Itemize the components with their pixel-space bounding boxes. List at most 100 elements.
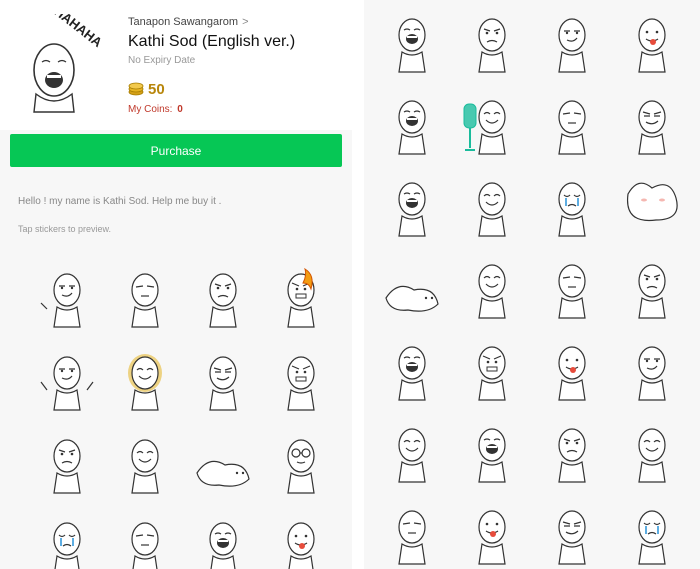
sticker-grid-right (372, 0, 692, 569)
sticker-disgusted[interactable] (106, 254, 184, 337)
preview-sticker-blue-tears[interactable] (532, 164, 612, 246)
preview-sticker-nod[interactable] (612, 246, 692, 328)
sticker-dancing[interactable] (106, 420, 184, 503)
preview-sticker-laughing[interactable] (372, 0, 452, 82)
preview-sticker-flat[interactable] (372, 246, 452, 328)
my-coins-label: My Coins: (128, 104, 173, 115)
preview-sticker-blank[interactable] (532, 410, 612, 492)
sticker-nod-image (638, 264, 666, 319)
sticker-flat-image (385, 285, 439, 312)
sticker-mumbling[interactable] (262, 337, 340, 420)
sticker-on-fire-image (287, 267, 315, 328)
sticker-golden-image (128, 353, 162, 411)
preview-sticker-lips[interactable] (532, 328, 612, 410)
preview-sticker-blue-cry[interactable] (612, 492, 692, 569)
author-link[interactable]: Tanapon Sawangarom > (128, 16, 249, 28)
preview-sticker-pondering[interactable] (532, 246, 612, 328)
description-text: Hello ! my name is Kathi Sod. Help me bu… (18, 196, 222, 207)
my-coins-value: 0 (177, 104, 183, 115)
sticker-confused-image (131, 521, 159, 569)
sticker-scheming[interactable] (184, 337, 262, 420)
sticker-glasses[interactable] (262, 420, 340, 503)
sticker-golden[interactable] (106, 337, 184, 420)
sticker-ohmg-image (638, 100, 666, 155)
sticker-stripes-image (558, 510, 586, 565)
panel-divider (352, 0, 364, 569)
preview-sticker-kissing[interactable] (452, 492, 532, 569)
sticker-annoyed[interactable] (28, 420, 106, 503)
main-sticker-image: HAHAHA (33, 14, 106, 113)
sticker-kissing-image (478, 510, 506, 565)
sticker-red-hearts-image (478, 428, 506, 483)
sticker-scheming-image (209, 355, 237, 411)
sticker-pointing-image (40, 272, 81, 328)
sticker-laughing-image (398, 18, 426, 73)
sticker-grid-left (28, 254, 340, 569)
sticker-dancing-image (131, 438, 159, 494)
preview-sticker-pointing[interactable] (612, 328, 692, 410)
preview-sticker-red-hearts[interactable] (452, 410, 532, 492)
expiry-text: No Expiry Date (128, 55, 196, 66)
sticker-tongue-image (638, 18, 666, 73)
preview-sticker-ohmg[interactable] (612, 82, 692, 164)
preview-sticker-shy[interactable] (612, 410, 692, 492)
sticker-lying-down[interactable] (184, 420, 262, 503)
sticker-dazed-image (398, 510, 426, 565)
preview-sticker-grinning[interactable] (372, 82, 452, 164)
sticker-blue-cry-image (638, 510, 666, 565)
sticker-grinning-image (398, 100, 426, 155)
product-title: Kathi Sod (English ver.) (128, 33, 296, 50)
preview-sticker-blob[interactable] (612, 164, 692, 246)
preview-sticker-hair[interactable] (532, 82, 612, 164)
price-row: 50 (128, 80, 165, 98)
sticker-crying[interactable] (28, 503, 106, 569)
preview-sticker-waving[interactable] (452, 164, 532, 246)
preview-sticker-hahaha[interactable] (372, 328, 452, 410)
sticker-laughing[interactable] (184, 503, 262, 569)
sticker-shy-image (638, 428, 666, 483)
sticker-glasses-image (287, 438, 315, 494)
preview-sticker-fan[interactable] (452, 82, 532, 164)
sticker-shocked-image (398, 182, 426, 237)
sticker-blue-tears-image (558, 182, 586, 237)
sticker-crying-image (53, 521, 81, 569)
sticker-detail-panel: HAHAHA Tanapon Sawangarom > Kathi Sod (En… (0, 0, 352, 569)
sticker-laughing-image (209, 521, 237, 569)
sticker-shrug[interactable] (28, 337, 106, 420)
sticker-worried-image (209, 272, 237, 328)
preview-sticker-teeth[interactable] (452, 328, 532, 410)
preview-sticker-stripes[interactable] (532, 492, 612, 569)
sticker-annoyed-image (53, 438, 81, 494)
sticker-tongue[interactable] (262, 503, 340, 569)
my-coins: My Coins: 0 (128, 104, 183, 115)
preview-sticker-cheering[interactable] (452, 246, 532, 328)
product-header: HAHAHA Tanapon Sawangarom > Kathi Sod (En… (0, 0, 352, 130)
sticker-on-fire[interactable] (262, 254, 340, 337)
sticker-cheering-image (478, 264, 506, 319)
tap-hint-text: Tap stickers to preview. (18, 224, 112, 234)
sticker-smirking-image (558, 18, 586, 73)
sticker-sparkle-image (398, 428, 426, 483)
coin-icon (128, 82, 144, 96)
preview-sticker-smirking[interactable] (532, 0, 612, 82)
sticker-blob-image (626, 182, 678, 222)
preview-sticker-sad[interactable] (452, 0, 532, 82)
sticker-disgusted-image (131, 272, 159, 328)
sticker-pointing[interactable] (28, 254, 106, 337)
purchase-button[interactable]: Purchase (10, 134, 342, 167)
author-name: Tanapon Sawangarom (128, 16, 239, 28)
preview-sticker-sparkle[interactable] (372, 410, 452, 492)
preview-sticker-shocked[interactable] (372, 164, 452, 246)
price-value: 50 (148, 80, 165, 98)
sticker-mumbling-image (287, 355, 315, 411)
preview-sticker-tongue[interactable] (612, 0, 692, 82)
sticker-lips-image (558, 346, 586, 401)
sticker-hahaha-image (398, 346, 426, 401)
sticker-waving-image (478, 182, 506, 237)
sticker-worried[interactable] (184, 254, 262, 337)
sticker-hair-image (558, 100, 586, 155)
sticker-confused[interactable] (106, 503, 184, 569)
sticker-pointing-image (638, 346, 666, 401)
sticker-pondering-image (558, 264, 586, 319)
preview-sticker-dazed[interactable] (372, 492, 452, 569)
